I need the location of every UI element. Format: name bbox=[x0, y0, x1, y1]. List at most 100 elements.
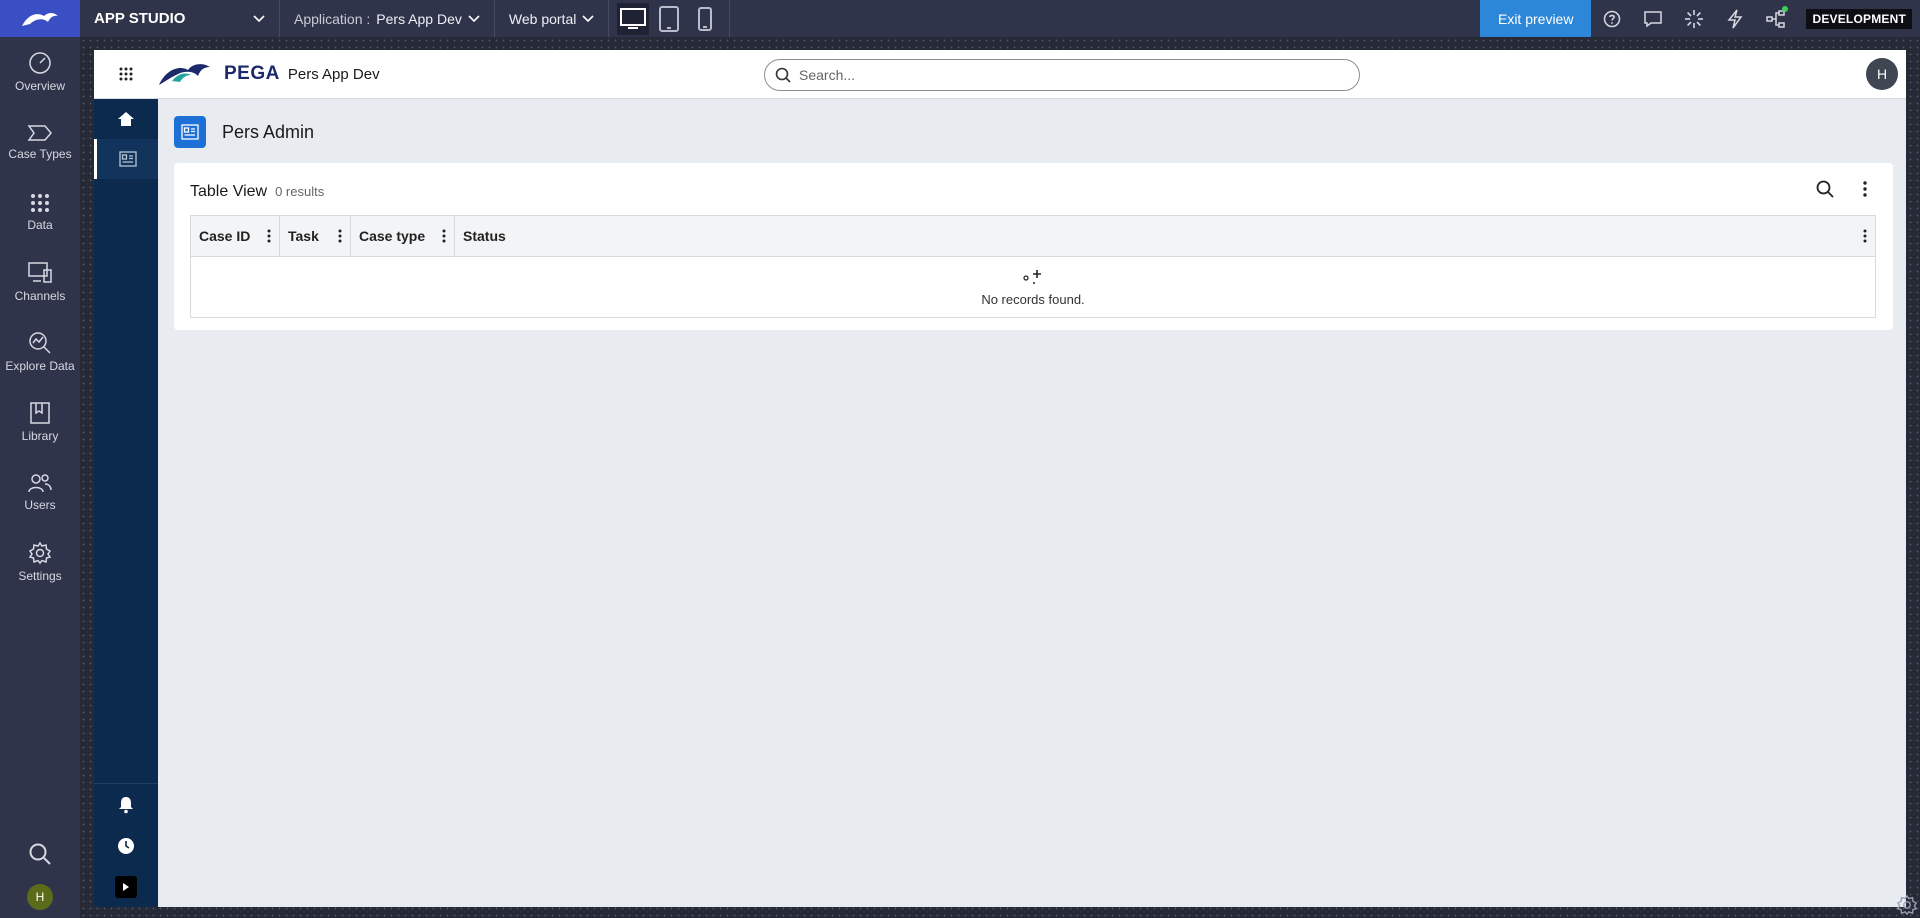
pega-horse-icon bbox=[22, 12, 58, 26]
hierarchy-icon bbox=[1766, 9, 1785, 28]
column-menu-icon[interactable] bbox=[442, 229, 446, 243]
sidebar-item-label: Data bbox=[27, 218, 53, 232]
empty-message: No records found. bbox=[981, 291, 1085, 307]
bell-icon bbox=[119, 796, 133, 813]
column-label: Status bbox=[463, 228, 506, 244]
nav-home[interactable] bbox=[94, 99, 158, 139]
gear-icon bbox=[28, 541, 52, 565]
sparkle-icon bbox=[1023, 269, 1041, 284]
sidebar-bottom: H bbox=[0, 832, 80, 918]
sidebar-item-label: Library bbox=[21, 429, 59, 443]
portal-preview: PEGA Pers App Dev H bbox=[94, 50, 1906, 907]
avatar: H bbox=[27, 884, 53, 910]
sidebar-item-label: Settings bbox=[18, 569, 62, 583]
column-menu-icon[interactable] bbox=[338, 229, 342, 243]
exit-preview-button[interactable]: Exit preview bbox=[1479, 0, 1592, 37]
app-launcher-button[interactable] bbox=[94, 50, 158, 99]
nav-pers-admin[interactable] bbox=[94, 139, 158, 179]
environment-badge: DEVELOPMENT bbox=[1806, 8, 1912, 29]
users-icon bbox=[28, 474, 52, 493]
sidebar-item-explore-data[interactable]: Explore Data bbox=[0, 317, 80, 387]
column-header-task[interactable]: Task bbox=[280, 216, 351, 256]
column-menu-icon[interactable] bbox=[267, 229, 271, 243]
sidebar-item-label: Users bbox=[24, 498, 56, 512]
comments-button[interactable] bbox=[1632, 0, 1673, 37]
sidebar-item-label: Channels bbox=[14, 289, 66, 303]
application-value: Pers App Dev bbox=[376, 10, 462, 27]
studio-toolbar: APP STUDIO Application : Pers App Dev We… bbox=[0, 0, 1920, 37]
gauge-icon bbox=[29, 52, 51, 74]
expand-icon bbox=[115, 875, 137, 898]
notifications-button[interactable] bbox=[94, 784, 158, 825]
live-ui-button[interactable] bbox=[1673, 0, 1714, 37]
table-title: Table View bbox=[190, 183, 268, 200]
table-head-row: Case ID Task Case type Status bbox=[191, 216, 1875, 257]
sidebar-item-users[interactable]: Users bbox=[0, 457, 80, 527]
column-header-case-type[interactable]: Case type bbox=[351, 216, 455, 256]
play-icon bbox=[123, 882, 129, 891]
lightning-icon bbox=[1727, 9, 1743, 28]
portal-selector[interactable]: Web portal bbox=[495, 0, 610, 37]
portal-value: Web portal bbox=[508, 10, 577, 27]
column-label: Case ID bbox=[199, 228, 251, 244]
search-input[interactable] bbox=[799, 67, 1319, 83]
studio-sidebar: Overview Case Types Data Channels Explor… bbox=[0, 37, 80, 918]
user-avatar[interactable]: H bbox=[1866, 58, 1898, 90]
studio-switcher[interactable]: APP STUDIO bbox=[80, 0, 280, 37]
desktop-view-button[interactable] bbox=[617, 2, 650, 35]
tablet-view-button[interactable] bbox=[653, 3, 685, 35]
branches-button[interactable] bbox=[1755, 0, 1796, 37]
sidebar-item-settings[interactable]: Settings bbox=[0, 527, 80, 597]
studio-user-button[interactable]: H bbox=[0, 876, 80, 918]
sidebar-item-library[interactable]: Library bbox=[0, 387, 80, 457]
sidebar-item-label: Case Types bbox=[8, 147, 72, 161]
sidebar-item-case-types[interactable]: Case Types bbox=[0, 107, 80, 177]
portal-sidebar-bottom bbox=[94, 783, 158, 907]
spinner-icon bbox=[1684, 9, 1703, 28]
column-header-status[interactable]: Status bbox=[455, 216, 1875, 256]
column-menu-icon[interactable] bbox=[1863, 229, 1867, 243]
mobile-view-button[interactable] bbox=[689, 3, 721, 35]
search-icon bbox=[775, 67, 791, 83]
table-search-button[interactable] bbox=[1815, 179, 1835, 199]
table-actions bbox=[1815, 179, 1875, 199]
channels-icon bbox=[28, 262, 52, 283]
tablet-icon bbox=[659, 5, 680, 32]
results-count: 0 results bbox=[275, 184, 325, 199]
column-label: Case type bbox=[359, 228, 426, 244]
actions-button[interactable] bbox=[1714, 0, 1755, 37]
chevron-down-icon bbox=[468, 14, 480, 22]
more-vertical-icon bbox=[1863, 181, 1867, 197]
sidebar-item-data[interactable]: Data bbox=[0, 177, 80, 247]
studio-search-button[interactable] bbox=[0, 832, 80, 876]
library-icon bbox=[30, 402, 50, 424]
portal-search bbox=[764, 59, 1360, 91]
expand-nav-button[interactable] bbox=[94, 866, 158, 907]
data-grid-icon bbox=[31, 194, 49, 212]
pega-brand-logo[interactable] bbox=[0, 0, 80, 37]
help-button[interactable] bbox=[1591, 0, 1632, 37]
search-icon bbox=[29, 843, 51, 865]
portal-sidebar bbox=[94, 99, 158, 907]
portal-header: PEGA Pers App Dev H bbox=[94, 50, 1906, 99]
app-grid-icon bbox=[119, 67, 133, 81]
explore-data-icon bbox=[29, 332, 51, 354]
gear-icon[interactable] bbox=[1896, 894, 1918, 916]
page-title: Pers Admin bbox=[222, 121, 315, 142]
home-icon bbox=[118, 112, 134, 126]
recents-button[interactable] bbox=[94, 825, 158, 866]
application-selector[interactable]: Application : Pers App Dev bbox=[280, 0, 495, 37]
help-icon bbox=[1603, 10, 1621, 27]
studio-label: APP STUDIO bbox=[94, 10, 186, 27]
portal-logo[interactable]: PEGA bbox=[158, 61, 280, 87]
data-table: Case ID Task Case type Status No records… bbox=[190, 215, 1876, 318]
chevron-down-icon bbox=[253, 14, 265, 22]
application-prefix: Application : bbox=[294, 10, 371, 27]
table-more-button[interactable] bbox=[1855, 179, 1875, 199]
sidebar-item-channels[interactable]: Channels bbox=[0, 247, 80, 317]
sidebar-item-label: Overview bbox=[14, 79, 65, 93]
logo-text: PEGA bbox=[224, 63, 280, 84]
sidebar-item-label: Explore Data bbox=[5, 359, 75, 373]
column-header-case-id[interactable]: Case ID bbox=[191, 216, 280, 256]
sidebar-item-overview[interactable]: Overview bbox=[0, 37, 80, 107]
